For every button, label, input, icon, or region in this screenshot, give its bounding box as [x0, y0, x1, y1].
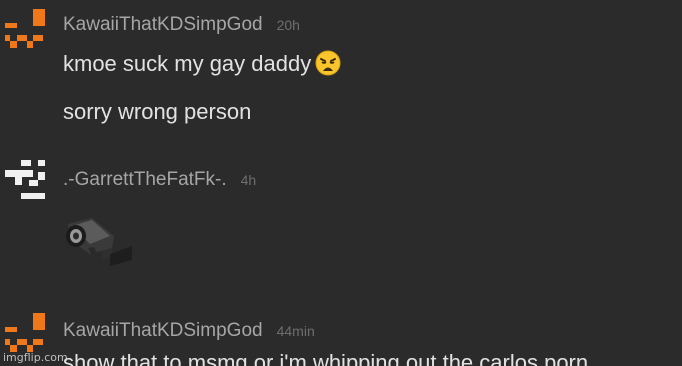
message-text: show that to msmg or i'm whipping out th… — [63, 350, 589, 366]
white-pixel-avatar-icon — [5, 160, 45, 199]
message-text: kmoe suck my gay daddy — [63, 50, 341, 82]
timestamp: 4h — [240, 172, 257, 188]
avatar[interactable] — [5, 160, 49, 200]
username[interactable]: KawaiiThatKDSimpGod — [63, 320, 263, 341]
chat-message: KawaiiThatKDSimpGod 20h kmoe suck my gay … — [0, 0, 682, 135]
chat-message: KawaiiThatKDSimpGod 44min show that to ms… — [0, 300, 682, 366]
security-camera-image[interactable] — [62, 214, 134, 270]
avatar[interactable] — [5, 9, 49, 49]
message-text-content: kmoe suck my gay daddy — [63, 51, 312, 76]
timestamp: 20h — [276, 17, 300, 33]
message-text: sorry wrong person — [63, 99, 252, 124]
username[interactable]: .-GarrettTheFatFk-. — [63, 169, 227, 190]
username[interactable]: KawaiiThatKDSimpGod — [63, 14, 263, 35]
chat-message: .-GarrettTheFatFk-. 4h — [0, 150, 682, 290]
watermark: imgflip.com — [3, 351, 68, 364]
avatar[interactable] — [5, 313, 49, 353]
orange-pixel-avatar-icon — [5, 313, 45, 352]
weary-face-emoji-icon — [315, 50, 341, 82]
chat-feed: KawaiiThatKDSimpGod 20h kmoe suck my gay … — [0, 0, 682, 366]
orange-pixel-avatar-icon — [5, 9, 45, 48]
timestamp: 44min — [276, 323, 315, 339]
